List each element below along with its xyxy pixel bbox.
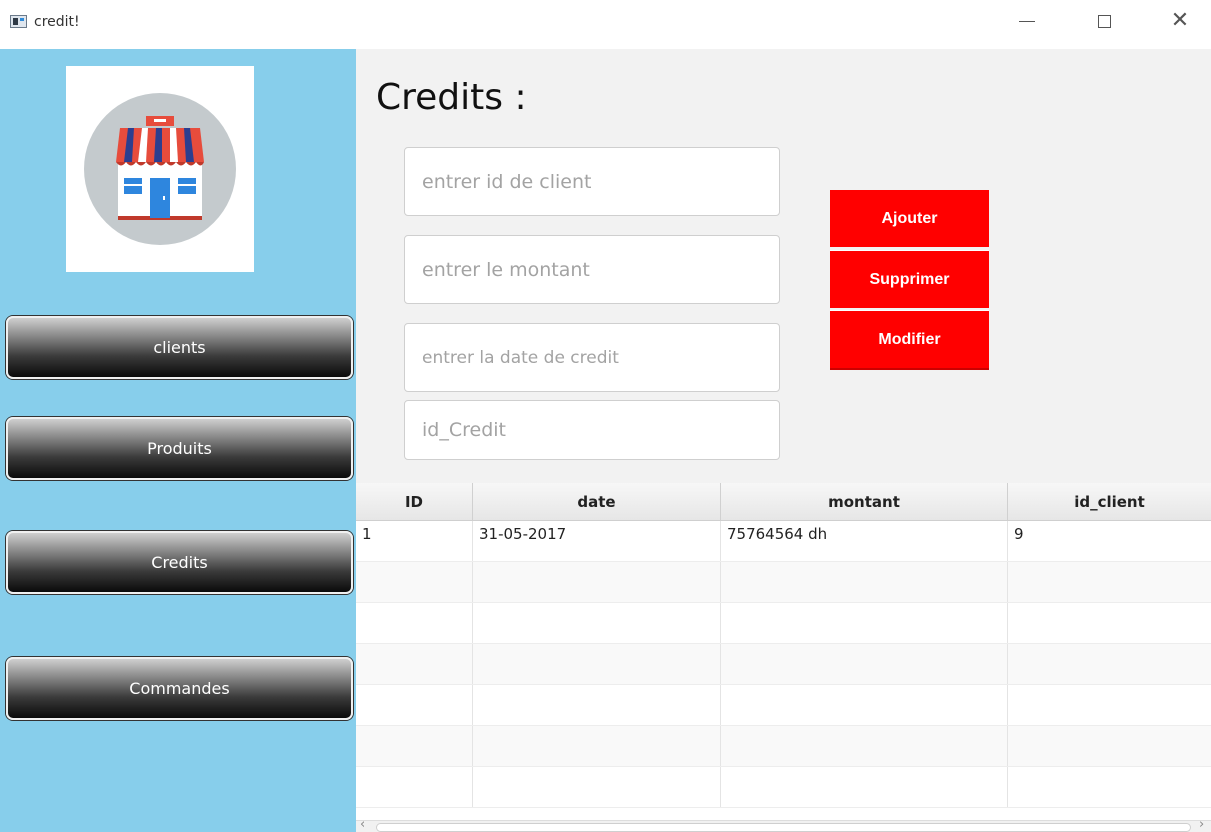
- cell-id: 1: [356, 521, 473, 561]
- empty-row: [356, 767, 1211, 808]
- client-id-input[interactable]: [404, 147, 780, 216]
- nav-produits-button[interactable]: Produits: [6, 417, 353, 480]
- column-header-date[interactable]: date: [473, 483, 721, 520]
- cell-id-client: 9: [1014, 525, 1024, 543]
- nav-clients-button[interactable]: clients: [6, 316, 353, 379]
- column-header-montant[interactable]: montant: [721, 483, 1008, 520]
- empty-row: [356, 726, 1211, 767]
- sidebar: clients Produits Credits Commandes: [0, 49, 356, 832]
- title-bar: credit! ✕: [0, 0, 1211, 49]
- date-credit-input[interactable]: [404, 323, 780, 392]
- maximize-button[interactable]: [1081, 6, 1127, 36]
- scroll-right-icon[interactable]: ›: [1199, 817, 1204, 832]
- close-icon: ✕: [1170, 8, 1190, 33]
- ajouter-button[interactable]: Ajouter: [830, 190, 989, 247]
- maximize-icon: [1097, 14, 1111, 28]
- id-credit-input[interactable]: [404, 400, 780, 460]
- montant-input[interactable]: [404, 235, 780, 304]
- nav-commandes-button[interactable]: Commandes: [6, 657, 353, 720]
- page-title: Credits :: [376, 77, 527, 118]
- close-button[interactable]: ✕: [1157, 6, 1203, 36]
- empty-row: [356, 562, 1211, 603]
- window-title: credit!: [34, 14, 80, 30]
- supprimer-button[interactable]: Supprimer: [830, 250, 989, 308]
- scroll-left-icon[interactable]: ‹: [360, 817, 365, 832]
- app-icon: [10, 15, 27, 28]
- main-panel: Credits : Ajouter Supprimer Modifier ID …: [356, 49, 1211, 832]
- cell-montant: 75764564 dh: [721, 521, 1008, 561]
- minimize-icon: [1019, 20, 1035, 22]
- credits-table: ID date montant id_client 1 31-05-2017 7…: [356, 483, 1211, 832]
- column-header-id[interactable]: ID: [356, 483, 473, 520]
- empty-row: [356, 685, 1211, 726]
- column-header-id-client[interactable]: id_client: [1008, 483, 1211, 520]
- store-icon: [84, 93, 236, 245]
- empty-row: [356, 644, 1211, 685]
- minimize-button[interactable]: [1004, 6, 1050, 36]
- modifier-button[interactable]: Modifier: [830, 310, 989, 370]
- cell-date: 31-05-2017: [473, 521, 721, 561]
- table-row[interactable]: 1 31-05-2017 75764564 dh 9: [356, 521, 1211, 562]
- store-logo: [66, 66, 254, 272]
- table-header: ID date montant id_client: [356, 483, 1211, 521]
- empty-row: [356, 603, 1211, 644]
- nav-credits-button[interactable]: Credits: [6, 531, 353, 594]
- horizontal-scrollbar[interactable]: ‹ ›: [356, 817, 1211, 832]
- scrollbar-thumb[interactable]: [376, 823, 1191, 832]
